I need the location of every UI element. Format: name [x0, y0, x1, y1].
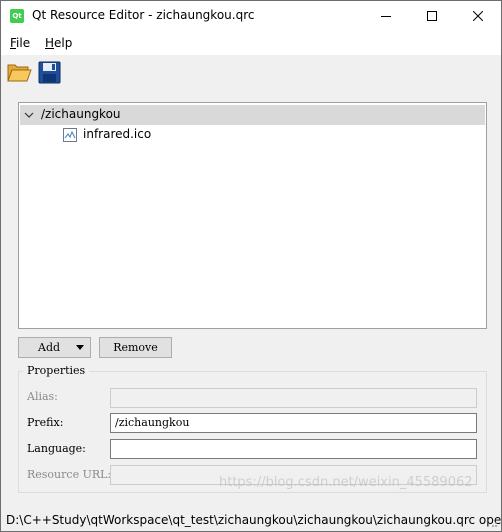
resource-editor-window: Qt Qt Resource Editor - zichaungkou.qrc …	[0, 0, 502, 532]
folder-open-icon	[7, 64, 32, 82]
chevron-down-icon[interactable]	[24, 110, 34, 120]
remove-button-label: Remove	[113, 341, 158, 354]
tree-item-file[interactable]: infrared.ico	[20, 125, 485, 145]
language-field[interactable]	[110, 439, 477, 459]
minimize-button[interactable]	[363, 1, 409, 31]
menu-file[interactable]: File	[10, 36, 30, 50]
dropdown-arrow-icon	[76, 345, 84, 350]
image-file-icon	[63, 128, 77, 142]
title-bar[interactable]: Qt Qt Resource Editor - zichaungkou.qrc	[1, 1, 501, 31]
prefix-field[interactable]: /zichaungkou	[110, 413, 477, 433]
add-button[interactable]: Add	[18, 337, 91, 358]
menu-help-accel: H	[45, 36, 55, 50]
close-icon	[473, 11, 483, 21]
status-text: D:\C++Study\qtWorkspace\qt_test\zichaung…	[6, 513, 501, 527]
close-button[interactable]	[455, 1, 501, 31]
toolbar	[1, 55, 501, 91]
menu-help[interactable]: Help	[45, 36, 72, 50]
resize-grip-icon[interactable]	[488, 518, 498, 528]
language-label: Language:	[27, 442, 86, 455]
alias-label: Alias:	[27, 390, 58, 403]
resource-tree[interactable]: /zichaungkou infrared.ico	[18, 102, 487, 329]
qt-app-icon: Qt	[10, 9, 24, 23]
resource-url-label: Resource URL:	[27, 468, 112, 481]
maximize-icon	[427, 11, 437, 21]
open-button[interactable]	[6, 59, 34, 87]
prefix-label: Prefix:	[27, 416, 64, 429]
tree-item-prefix[interactable]: /zichaungkou	[20, 105, 485, 125]
remove-button[interactable]: Remove	[99, 337, 172, 358]
add-button-label: Add	[38, 341, 61, 354]
menu-bar: File Help	[1, 31, 501, 55]
window-title: Qt Resource Editor - zichaungkou.qrc	[32, 8, 255, 22]
status-bar: D:\C++Study\qtWorkspace\qt_test\zichaung…	[1, 507, 501, 531]
floppy-save-icon	[38, 61, 61, 84]
alias-field	[110, 388, 477, 408]
save-button[interactable]	[37, 59, 65, 87]
maximize-button[interactable]	[409, 1, 455, 31]
menu-file-label: ile	[16, 36, 31, 50]
watermark: https://blog.csdn.net/weixin_45589062	[219, 475, 473, 490]
tree-prefix-label: /zichaungkou	[41, 107, 121, 121]
properties-title: Properties	[23, 364, 90, 377]
menu-help-label: elp	[54, 36, 73, 50]
minimize-icon	[381, 16, 391, 17]
tree-file-label: infrared.ico	[83, 127, 152, 141]
